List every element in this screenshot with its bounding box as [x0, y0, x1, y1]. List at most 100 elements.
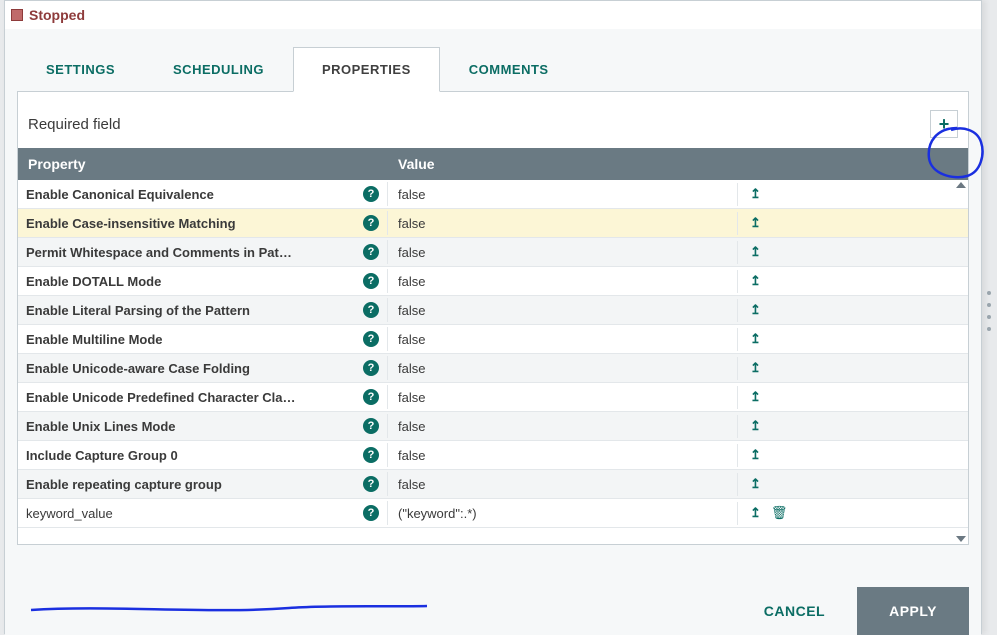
help-icon[interactable]: ?: [363, 302, 379, 318]
table-row[interactable]: Enable Multiline Mode?false↥: [18, 325, 968, 354]
property-name: Enable Unicode Predefined Character Cla…: [26, 390, 357, 405]
header-actions: [738, 148, 968, 180]
action-cell: ↥🗑: [738, 501, 968, 525]
table-scroll-area: Enable Canonical Equivalence?false↥Enabl…: [18, 180, 968, 544]
action-cell: ↥: [738, 211, 968, 235]
history-arrow-icon[interactable]: ↥: [750, 505, 761, 521]
table-body[interactable]: Enable Canonical Equivalence?false↥Enabl…: [18, 180, 968, 544]
property-cell: Enable Multiline Mode?: [18, 327, 388, 351]
help-icon[interactable]: ?: [363, 186, 379, 202]
tab-comments[interactable]: COMMENTS: [440, 47, 578, 91]
help-icon[interactable]: ?: [363, 505, 379, 521]
value-cell[interactable]: false: [388, 183, 738, 206]
table-row[interactable]: Enable Case-insensitive Matching?false↥: [18, 209, 968, 238]
scroll-up-icon[interactable]: [956, 182, 966, 188]
property-cell: Include Capture Group 0?: [18, 443, 388, 467]
table-row[interactable]: Enable Literal Parsing of the Pattern?fa…: [18, 296, 968, 325]
tab-scheduling[interactable]: SCHEDULING: [144, 47, 293, 91]
property-cell: Enable Unicode-aware Case Folding?: [18, 356, 388, 380]
value-cell[interactable]: false: [388, 357, 738, 380]
table-row[interactable]: Enable Canonical Equivalence?false↥: [18, 180, 968, 209]
action-cell: ↥: [738, 182, 968, 206]
tab-settings[interactable]: SETTINGS: [17, 47, 144, 91]
property-name: Enable Unix Lines Mode: [26, 419, 357, 434]
annotation-underline: [29, 602, 429, 616]
help-icon[interactable]: ?: [363, 476, 379, 492]
value-cell[interactable]: false: [388, 212, 738, 235]
history-arrow-icon[interactable]: ↥: [750, 331, 761, 347]
property-name: Enable Multiline Mode: [26, 332, 357, 347]
action-cell: ↥: [738, 240, 968, 264]
property-name: Permit Whitespace and Comments in Pat…: [26, 245, 357, 260]
property-cell: Enable Unicode Predefined Character Cla……: [18, 385, 388, 409]
value-cell[interactable]: false: [388, 241, 738, 264]
action-cell: ↥: [738, 414, 968, 438]
property-cell: Enable Case-insensitive Matching?: [18, 211, 388, 235]
history-arrow-icon[interactable]: ↥: [750, 273, 761, 289]
table-row[interactable]: Enable Unicode Predefined Character Cla……: [18, 383, 968, 412]
action-cell: ↥: [738, 356, 968, 380]
value-cell[interactable]: false: [388, 328, 738, 351]
dialog-footer: CANCEL APPLY: [732, 587, 969, 635]
value-cell[interactable]: false: [388, 299, 738, 322]
table-row[interactable]: Enable DOTALL Mode?false↥: [18, 267, 968, 296]
property-name: Enable repeating capture group: [26, 477, 357, 492]
add-property-button[interactable]: +: [930, 110, 958, 138]
help-icon[interactable]: ?: [363, 389, 379, 405]
tab-properties[interactable]: PROPERTIES: [293, 47, 440, 92]
help-icon[interactable]: ?: [363, 215, 379, 231]
table-row[interactable]: Enable repeating capture group?false↥: [18, 470, 968, 499]
stopped-icon: [11, 9, 23, 21]
cancel-button[interactable]: CANCEL: [732, 587, 857, 635]
tab-bar: SETTINGS SCHEDULING PROPERTIES COMMENTS: [17, 47, 969, 92]
history-arrow-icon[interactable]: ↥: [750, 389, 761, 405]
help-icon[interactable]: ?: [363, 447, 379, 463]
help-icon[interactable]: ?: [363, 273, 379, 289]
history-arrow-icon[interactable]: ↥: [750, 418, 761, 434]
value-cell[interactable]: false: [388, 270, 738, 293]
action-cell: ↥: [738, 269, 968, 293]
resize-grip[interactable]: [987, 291, 991, 331]
property-cell: keyword_value?: [18, 501, 388, 525]
help-icon[interactable]: ?: [363, 360, 379, 376]
history-arrow-icon[interactable]: ↥: [750, 476, 761, 492]
property-name: Enable Literal Parsing of the Pattern: [26, 303, 357, 318]
value-cell[interactable]: false: [388, 444, 738, 467]
property-name: Enable Case-insensitive Matching: [26, 216, 357, 231]
history-arrow-icon[interactable]: ↥: [750, 447, 761, 463]
history-arrow-icon[interactable]: ↥: [750, 302, 761, 318]
property-name: Include Capture Group 0: [26, 448, 357, 463]
action-cell: ↥: [738, 385, 968, 409]
property-cell: Enable repeating capture group?: [18, 472, 388, 496]
apply-button[interactable]: APPLY: [857, 587, 969, 635]
table-row[interactable]: Permit Whitespace and Comments in Pat…? f…: [18, 238, 968, 267]
history-arrow-icon[interactable]: ↥: [750, 215, 761, 231]
action-cell: ↥: [738, 298, 968, 322]
header-property: Property: [18, 148, 388, 180]
history-arrow-icon[interactable]: ↥: [750, 186, 761, 202]
property-name: keyword_value: [26, 506, 357, 521]
table-row[interactable]: Include Capture Group 0?false↥: [18, 441, 968, 470]
history-arrow-icon[interactable]: ↥: [750, 360, 761, 376]
property-cell: Enable Unix Lines Mode?: [18, 414, 388, 438]
tab-content: Required field + Property Value Enable C…: [17, 92, 969, 545]
help-icon[interactable]: ?: [363, 244, 379, 260]
table-row[interactable]: keyword_value?("keyword":.*)↥🗑: [18, 499, 968, 528]
history-arrow-icon[interactable]: ↥: [750, 244, 761, 260]
dialog-body: SETTINGS SCHEDULING PROPERTIES COMMENTS …: [5, 29, 981, 635]
delete-icon[interactable]: 🗑: [771, 505, 788, 521]
table-row[interactable]: Enable Unix Lines Mode?false↥: [18, 412, 968, 441]
property-name: Enable Canonical Equivalence: [26, 187, 357, 202]
scroll-down-icon[interactable]: [956, 536, 966, 542]
value-cell[interactable]: false: [388, 386, 738, 409]
action-cell: ↥: [738, 327, 968, 351]
property-cell: Enable Literal Parsing of the Pattern?: [18, 298, 388, 322]
value-cell[interactable]: false: [388, 415, 738, 438]
value-cell[interactable]: ("keyword":.*): [388, 502, 738, 525]
property-cell: Enable Canonical Equivalence?: [18, 182, 388, 206]
help-icon[interactable]: ?: [363, 331, 379, 347]
table-row[interactable]: Enable Unicode-aware Case Folding?false ↥: [18, 354, 968, 383]
value-cell[interactable]: false: [388, 473, 738, 496]
processor-config-dialog: Stopped SETTINGS SCHEDULING PROPERTIES C…: [4, 0, 982, 634]
help-icon[interactable]: ?: [363, 418, 379, 434]
